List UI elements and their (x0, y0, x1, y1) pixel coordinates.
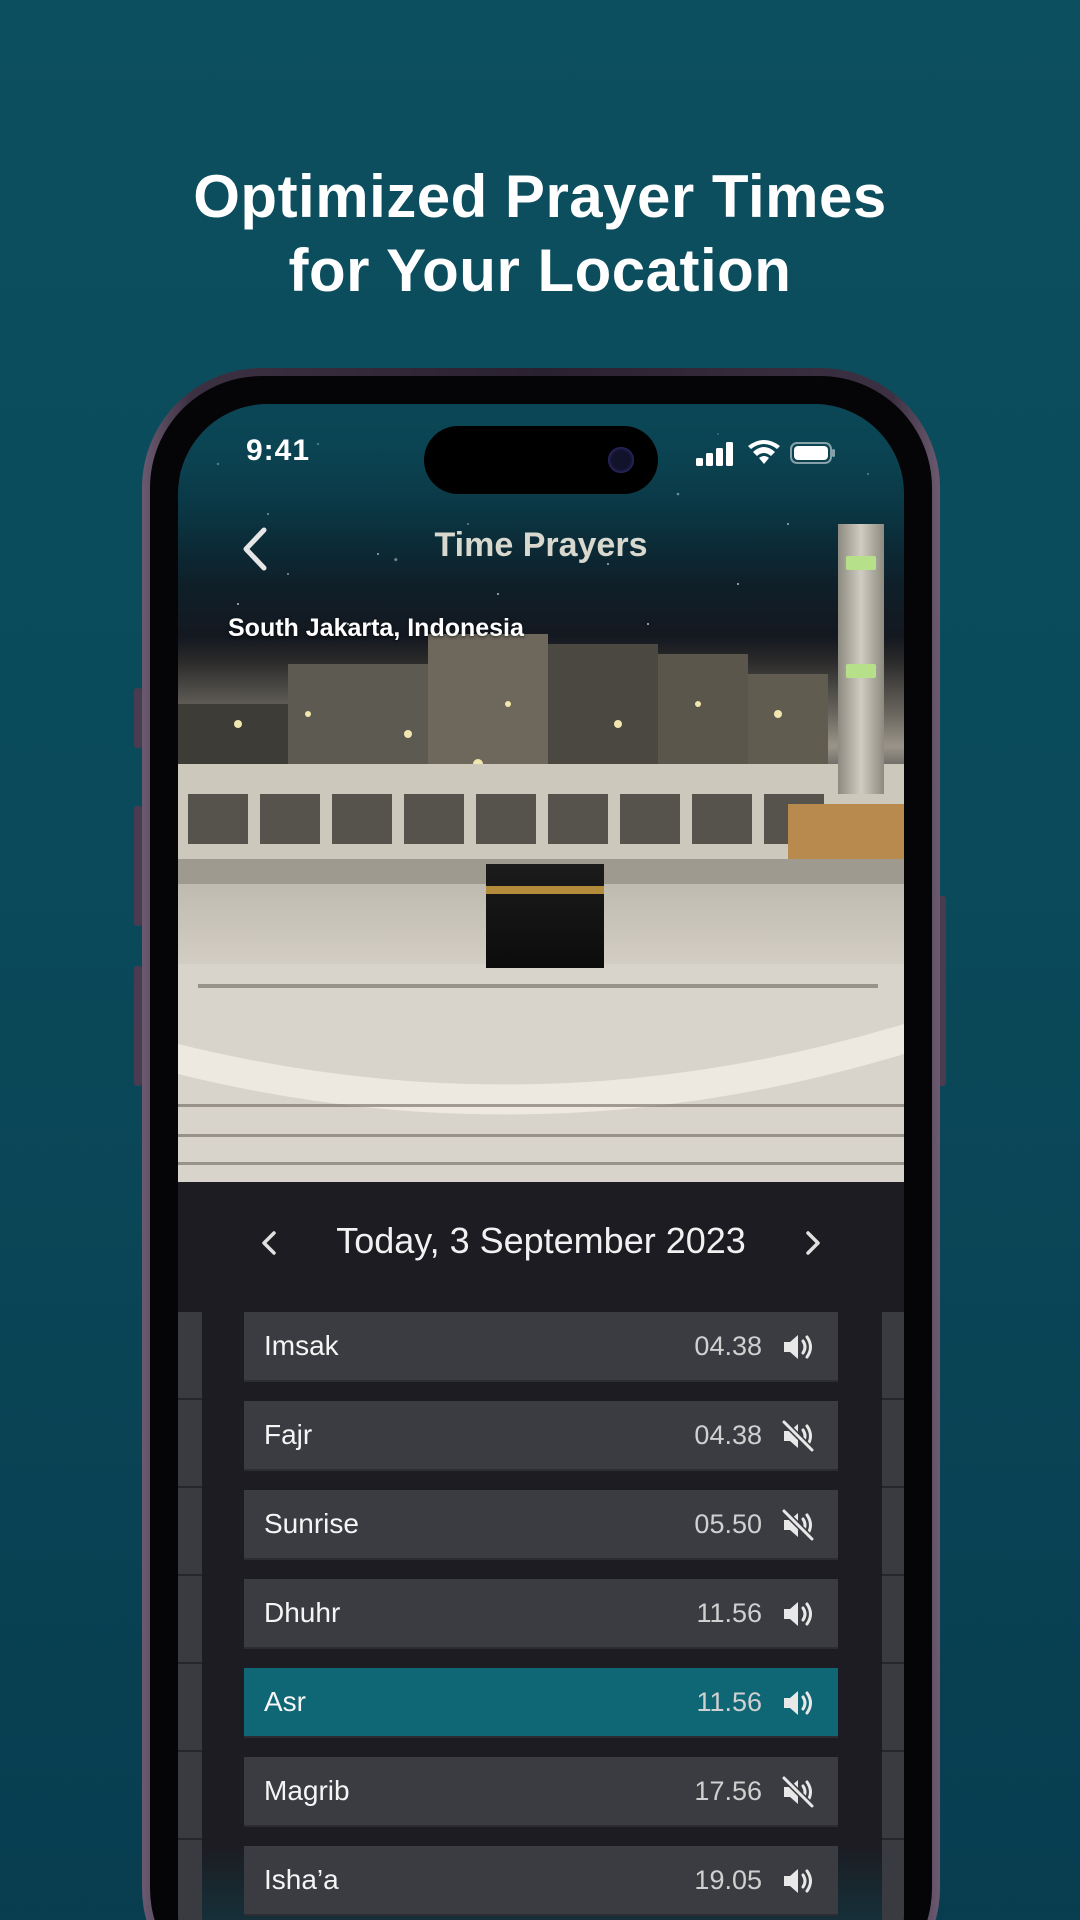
speaker-icon[interactable] (780, 1685, 816, 1721)
prayer-time: 17.56 (694, 1776, 762, 1806)
prayer-time: 04.38 (694, 1420, 762, 1450)
battery-icon (790, 442, 835, 464)
prayer-time: 05.50 (694, 1509, 762, 1539)
cellular-signal-icon (696, 442, 733, 466)
speaker-icon[interactable] (780, 1329, 816, 1365)
prayer-row-sunrise[interactable]: Sunrise 05.50 (244, 1490, 838, 1560)
phone-screen: 9:41 Time Prayers South Jakarta, Indones… (178, 404, 904, 1920)
page-title: Time Prayers (434, 526, 648, 564)
prayer-time: 11.56 (696, 1687, 762, 1717)
kaaba-photo (178, 404, 904, 1182)
crowd-of-pilgrims (178, 964, 904, 1182)
prayer-name: Magrib (264, 1775, 350, 1806)
wifi-icon (748, 440, 780, 464)
prayer-name: Imsak (264, 1330, 339, 1361)
prayer-name: Isha’a (264, 1864, 339, 1895)
next-day-card[interactable] (882, 1312, 904, 1920)
current-date: Today, 3 September 2023 (336, 1220, 746, 1261)
location-label: South Jakarta, Indonesia (228, 614, 524, 642)
chevron-right-icon[interactable] (802, 1226, 824, 1260)
kaaba (486, 864, 604, 968)
prayer-time: 11.56 (696, 1598, 762, 1628)
phone-volume-up-button (134, 806, 142, 926)
prayer-row-magrib[interactable]: Magrib 17.56 (244, 1757, 838, 1827)
phone-action-button (134, 688, 142, 748)
prayer-name: Fajr (264, 1419, 313, 1450)
prayer-row-dhuhr[interactable]: Dhuhr 11.56 (244, 1579, 838, 1649)
prayer-name: Asr (264, 1686, 306, 1717)
speaker-muted-icon[interactable] (780, 1418, 816, 1454)
speaker-icon[interactable] (780, 1863, 816, 1899)
phone-volume-down-button (134, 966, 142, 1086)
prayer-name: Sunrise (264, 1508, 359, 1539)
prayer-row-ishaa[interactable]: Isha’a 19.05 (244, 1846, 838, 1916)
prayer-row-imsak[interactable]: Imsak 04.38 (244, 1312, 838, 1382)
prayer-time: 19.05 (694, 1865, 762, 1895)
headline: Optimized Prayer Times for Your Location (0, 160, 1080, 308)
headline-line-1: Optimized Prayer Times (193, 163, 887, 230)
prayer-panel: Today, 3 September 2023 Imsak 04.38 Fajr 04… (178, 1182, 904, 1920)
prayer-times-list: Imsak 04.38 Fajr 04.38 Sunrise 05.50 Dhuhr 11.5… (244, 1312, 838, 1920)
date-navigator: Today, 3 September 2023 (178, 1218, 904, 1268)
phone-frame: 9:41 Time Prayers South Jakarta, Indones… (142, 368, 940, 1920)
prayer-row-asr[interactable]: Asr 11.56 (244, 1668, 838, 1738)
headline-line-2: for Your Location (288, 237, 792, 304)
previous-day-card[interactable] (178, 1312, 202, 1920)
front-camera (608, 447, 634, 473)
status-bar: 9:41 (178, 404, 904, 504)
dynamic-island (424, 426, 658, 494)
status-time: 9:41 (246, 434, 311, 467)
prayer-time: 04.38 (694, 1331, 762, 1361)
prayer-name: Dhuhr (264, 1597, 341, 1628)
prayer-row-fajr[interactable]: Fajr 04.38 (244, 1401, 838, 1471)
speaker-muted-icon[interactable] (780, 1507, 816, 1543)
speaker-muted-icon[interactable] (780, 1774, 816, 1810)
speaker-icon[interactable] (780, 1596, 816, 1632)
